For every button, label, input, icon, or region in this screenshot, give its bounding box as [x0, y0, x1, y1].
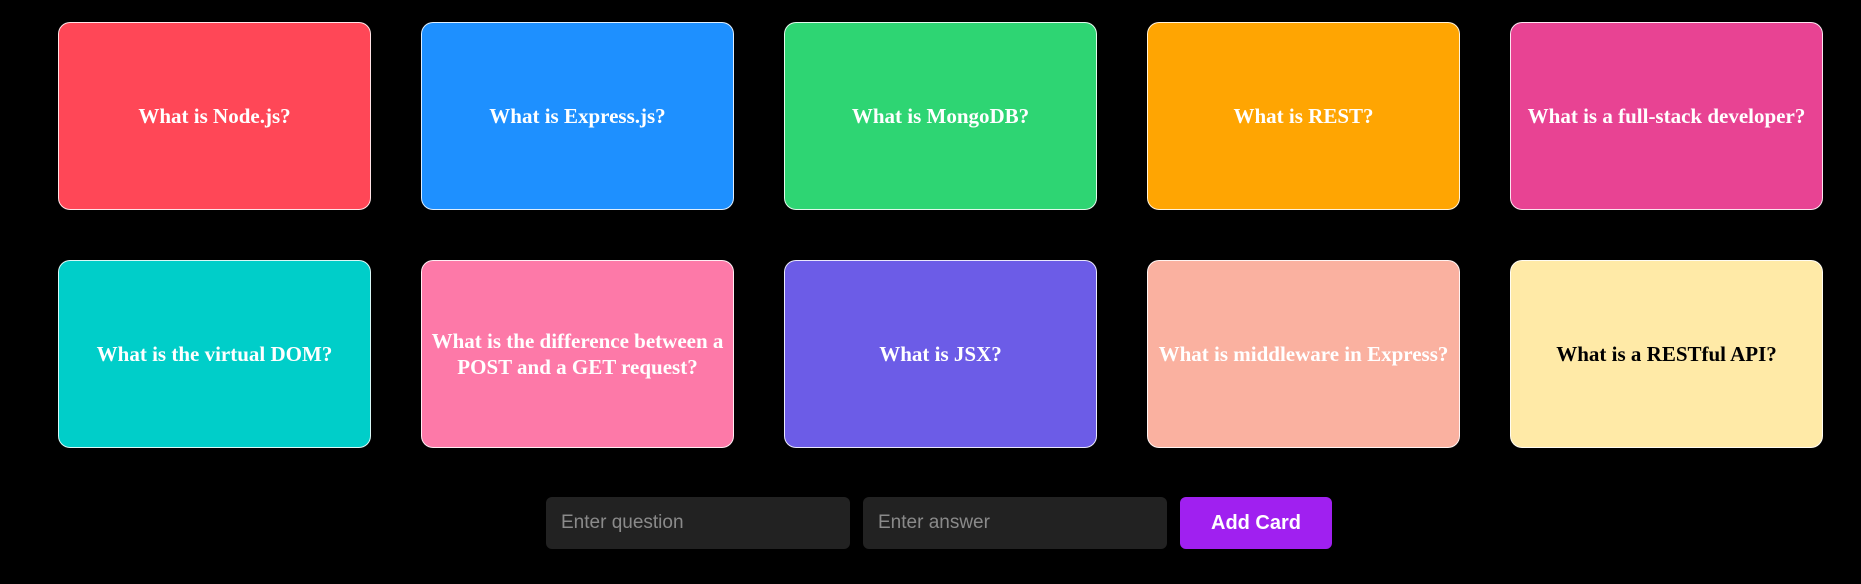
question-input[interactable]	[546, 497, 850, 549]
flashcard[interactable]: What is a RESTful API?	[1510, 260, 1823, 448]
flashcard-question: What is REST?	[1233, 104, 1374, 128]
flashcard[interactable]: What is middleware in Express?	[1147, 260, 1460, 448]
flashcard[interactable]: What is JSX?	[784, 260, 1097, 448]
flashcard[interactable]: What is Express.js?	[421, 22, 734, 210]
flashcard[interactable]: What is REST?	[1147, 22, 1460, 210]
flashcard-question: What is a RESTful API?	[1556, 342, 1777, 366]
flashcard[interactable]: What is MongoDB?	[784, 22, 1097, 210]
flashcard-question: What is JSX?	[879, 342, 1002, 366]
add-card-button[interactable]: Add Card	[1180, 497, 1332, 549]
flashcard-question: What is a full-stack developer?	[1527, 104, 1806, 128]
flashcard-question: What is Node.js?	[138, 104, 291, 128]
flashcard-question: What is Express.js?	[489, 104, 666, 128]
answer-input[interactable]	[863, 497, 1167, 549]
add-card-form: Add Card	[546, 497, 1332, 549]
flashcard-grid: What is Node.js? What is Express.js? Wha…	[58, 22, 1823, 448]
flashcard-question: What is middleware in Express?	[1158, 342, 1449, 366]
flashcard-question: What is MongoDB?	[851, 104, 1030, 128]
flashcard[interactable]: What is the virtual DOM?	[58, 260, 371, 448]
flashcard-question: What is the virtual DOM?	[96, 342, 333, 366]
flashcard[interactable]: What is a full-stack developer?	[1510, 22, 1823, 210]
flashcard[interactable]: What is the difference between a POST an…	[421, 260, 734, 448]
flashcard-question: What is the difference between a POST an…	[431, 329, 724, 379]
flashcard[interactable]: What is Node.js?	[58, 22, 371, 210]
